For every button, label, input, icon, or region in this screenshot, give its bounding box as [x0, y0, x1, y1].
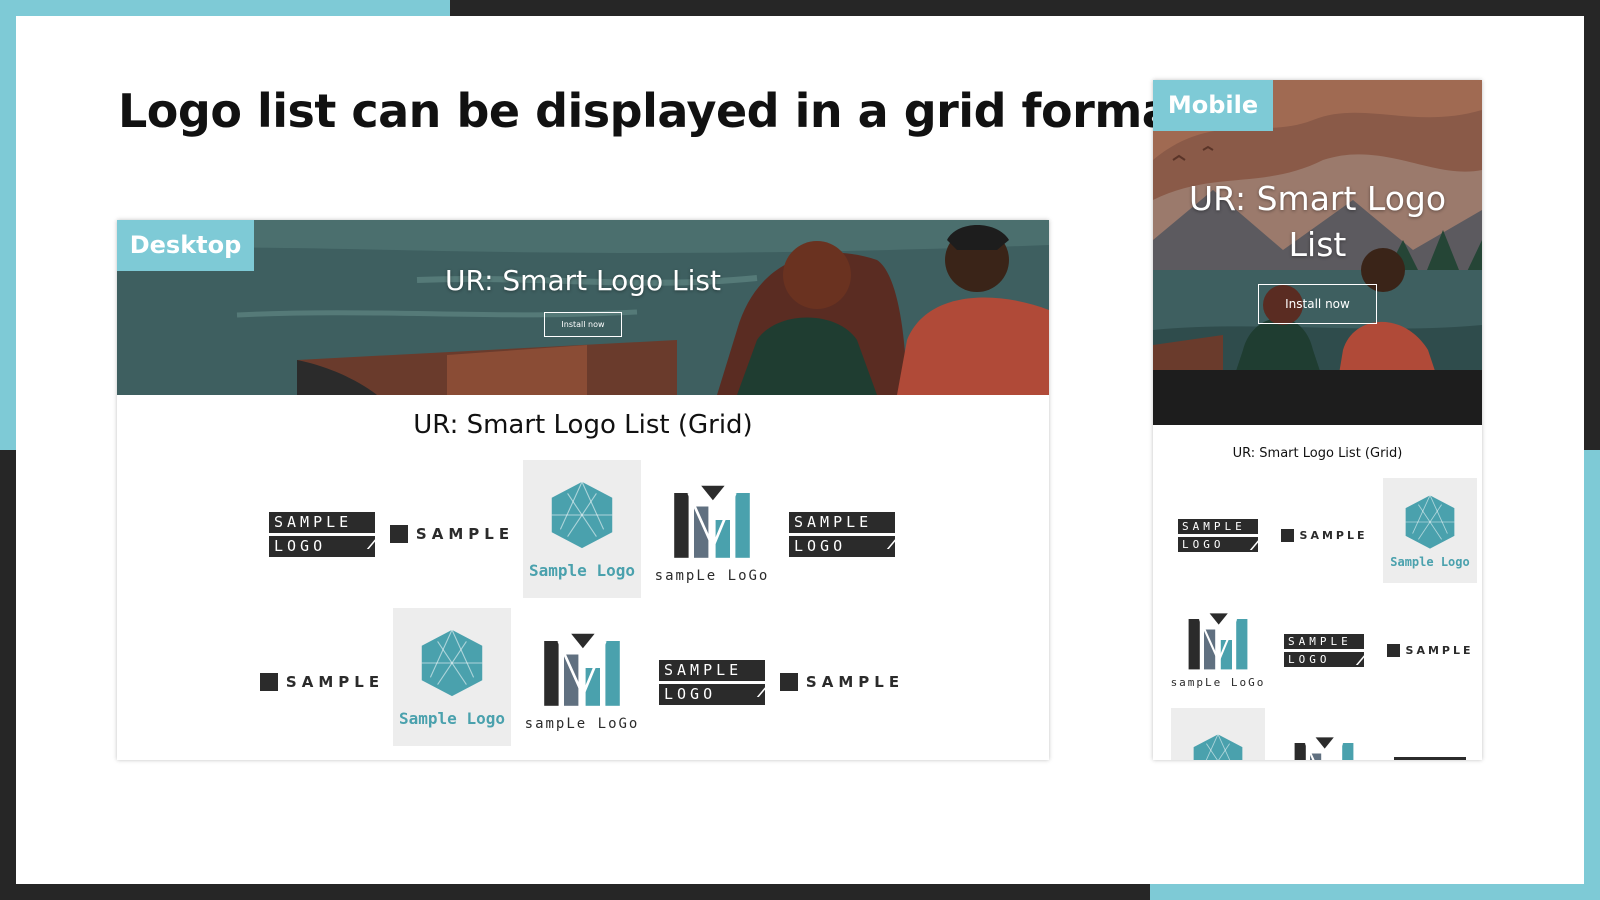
mobile-hero-banner: UR: Smart Logo List Install now [1153, 80, 1482, 425]
sample-logo-box: SAMPLE LOGO [269, 511, 375, 557]
logo-caption: Sample Logo [529, 560, 635, 580]
logo-item[interactable]: sampLe LoGo [647, 460, 777, 608]
logo-item[interactable]: SAMPLE [257, 608, 387, 756]
logo-line-1: SAMPLE [1178, 519, 1258, 534]
desktop-preview: Desktop UR: Smart Logo List Install now … [117, 220, 1049, 760]
m-mark-icon [1188, 613, 1248, 670]
mobile-tag: Mobile [1153, 80, 1273, 131]
square-mark-icon [1386, 644, 1400, 657]
logo-line-2: LOGO [269, 535, 375, 557]
logo-line-2: LOGO [1178, 537, 1258, 552]
logo-item[interactable]: SAMPLE [387, 460, 517, 608]
mobile-preview: Mobile UR: Smart Logo List Install now U… [1153, 80, 1482, 760]
square-mark-icon [389, 525, 408, 543]
mobile-hero-title: UR: Smart Logo List [1188, 179, 1447, 265]
sample-logo-m: sampLe LoGo [1171, 612, 1266, 689]
logo-line-2: LOGO [1284, 652, 1364, 667]
sample-logo-m: sampLe LoGo [524, 632, 640, 733]
logo-line-2: LOGO [789, 535, 895, 557]
page-title: Logo list can be displayed in a grid for… [118, 84, 1215, 138]
desktop-hero-content: UR: Smart Logo List Install now [117, 264, 1049, 337]
logo-wordmark: SAMPLE [1405, 644, 1474, 657]
desktop-logo-grid: SAMPLE LOGO SAMPLE Sample Logo sampLe LoGo SA… [257, 460, 907, 756]
desktop-section-heading: UR: Smart Logo List (Grid) [413, 410, 753, 440]
logo-line-1: SAMPLE [1394, 756, 1466, 760]
logo-item[interactable] [1171, 708, 1265, 760]
mobile-install-button[interactable]: Install now [1258, 284, 1377, 325]
sample-logo-hexagon: Sample Logo [529, 479, 635, 580]
sample-logo-square: SAMPLE [389, 525, 515, 543]
m-mark-icon [674, 485, 750, 558]
mobile-hero-content: UR: Smart Logo List Install now [1153, 176, 1482, 325]
sample-logo-m: sampLe LoGo [654, 484, 770, 585]
logo-wordmark: SAMPLE [285, 673, 385, 691]
logo-wordmark: SAMPLE [415, 525, 515, 543]
sample-logo-box: SAMPLE LOGO [789, 511, 895, 557]
sample-logo-hexagon [1189, 732, 1247, 760]
logo-item[interactable]: SAMPLE [1377, 593, 1482, 708]
logo-item[interactable]: SAMPLE LOGO [1165, 478, 1271, 593]
logo-item[interactable]: SAMPLE LOGO [647, 608, 777, 756]
logo-item[interactable]: Sample Logo [523, 460, 641, 598]
logo-item[interactable] [1271, 708, 1377, 760]
desktop-install-button[interactable]: Install now [544, 311, 622, 337]
logo-wordmark: SAMPLE [805, 673, 905, 691]
m-mark-icon [544, 633, 620, 706]
logo-item[interactable]: sampLe LoGo [1165, 593, 1271, 708]
sample-logo-hexagon: Sample Logo [399, 627, 505, 728]
logo-caption: sampLe LoGo [524, 716, 640, 733]
sample-logo-square: SAMPLE [1386, 644, 1474, 657]
m-mark-icon [1294, 737, 1354, 760]
mobile-section-heading: UR: Smart Logo List (Grid) [1232, 446, 1403, 461]
logo-item[interactable]: Sample Logo [1383, 478, 1477, 583]
logo-item[interactable]: sampLe LoGo [517, 608, 647, 756]
logo-line-1: SAMPLE [659, 659, 765, 681]
sample-logo-hexagon: Sample Logo [1390, 493, 1470, 569]
logo-item[interactable]: SAMPLE [1271, 478, 1377, 593]
hexagon-mark-icon [1405, 494, 1455, 549]
sample-logo-box: SAMPLE LOGO [659, 659, 765, 705]
desktop-hero-banner: UR: Smart Logo List Install now [117, 220, 1049, 395]
logo-item[interactable]: SAMPLE [777, 608, 907, 756]
hexagon-mark-icon [421, 629, 483, 696]
logo-item[interactable]: SAMPLE [1377, 708, 1482, 760]
logo-item[interactable]: SAMPLE LOGO [257, 460, 387, 608]
logo-wordmark: SAMPLE [1299, 529, 1368, 542]
square-mark-icon [779, 673, 798, 691]
logo-caption: Sample Logo [1390, 554, 1470, 569]
logo-item[interactable]: SAMPLE LOGO [1271, 593, 1377, 708]
sample-logo-box: SAMPLE LOGO [1284, 634, 1364, 667]
logo-line-1: SAMPLE [1284, 634, 1364, 649]
logo-line-1: SAMPLE [789, 511, 895, 533]
desktop-tag: Desktop [117, 220, 254, 271]
logo-caption: sampLe LoGo [1170, 675, 1266, 689]
logo-line-1: SAMPLE [269, 511, 375, 533]
logo-item[interactable]: Sample Logo [393, 608, 511, 746]
sample-logo-square: SAMPLE [779, 673, 905, 691]
logo-line-2: LOGO [659, 683, 765, 705]
desktop-hero-title: UR: Smart Logo List [444, 264, 721, 297]
logo-item[interactable]: SAMPLE LOGO [777, 460, 907, 608]
hexagon-mark-icon [1193, 733, 1243, 760]
logo-caption: sampLe LoGo [654, 568, 770, 585]
logo-caption: Sample Logo [399, 708, 505, 728]
sample-logo-square: SAMPLE [1280, 529, 1368, 542]
sample-logo-square: SAMPLE [259, 673, 385, 691]
square-mark-icon [259, 673, 278, 691]
sample-logo-m [1289, 736, 1359, 760]
hexagon-mark-icon [551, 481, 613, 548]
square-mark-icon [1280, 529, 1294, 542]
mobile-logo-grid: SAMPLE LOGO SAMPLE Sample Logo sampLe LoGo SA… [1165, 478, 1482, 760]
sample-logo-box: SAMPLE LOGO [1178, 519, 1258, 552]
sample-logo-box: SAMPLE [1394, 756, 1466, 760]
